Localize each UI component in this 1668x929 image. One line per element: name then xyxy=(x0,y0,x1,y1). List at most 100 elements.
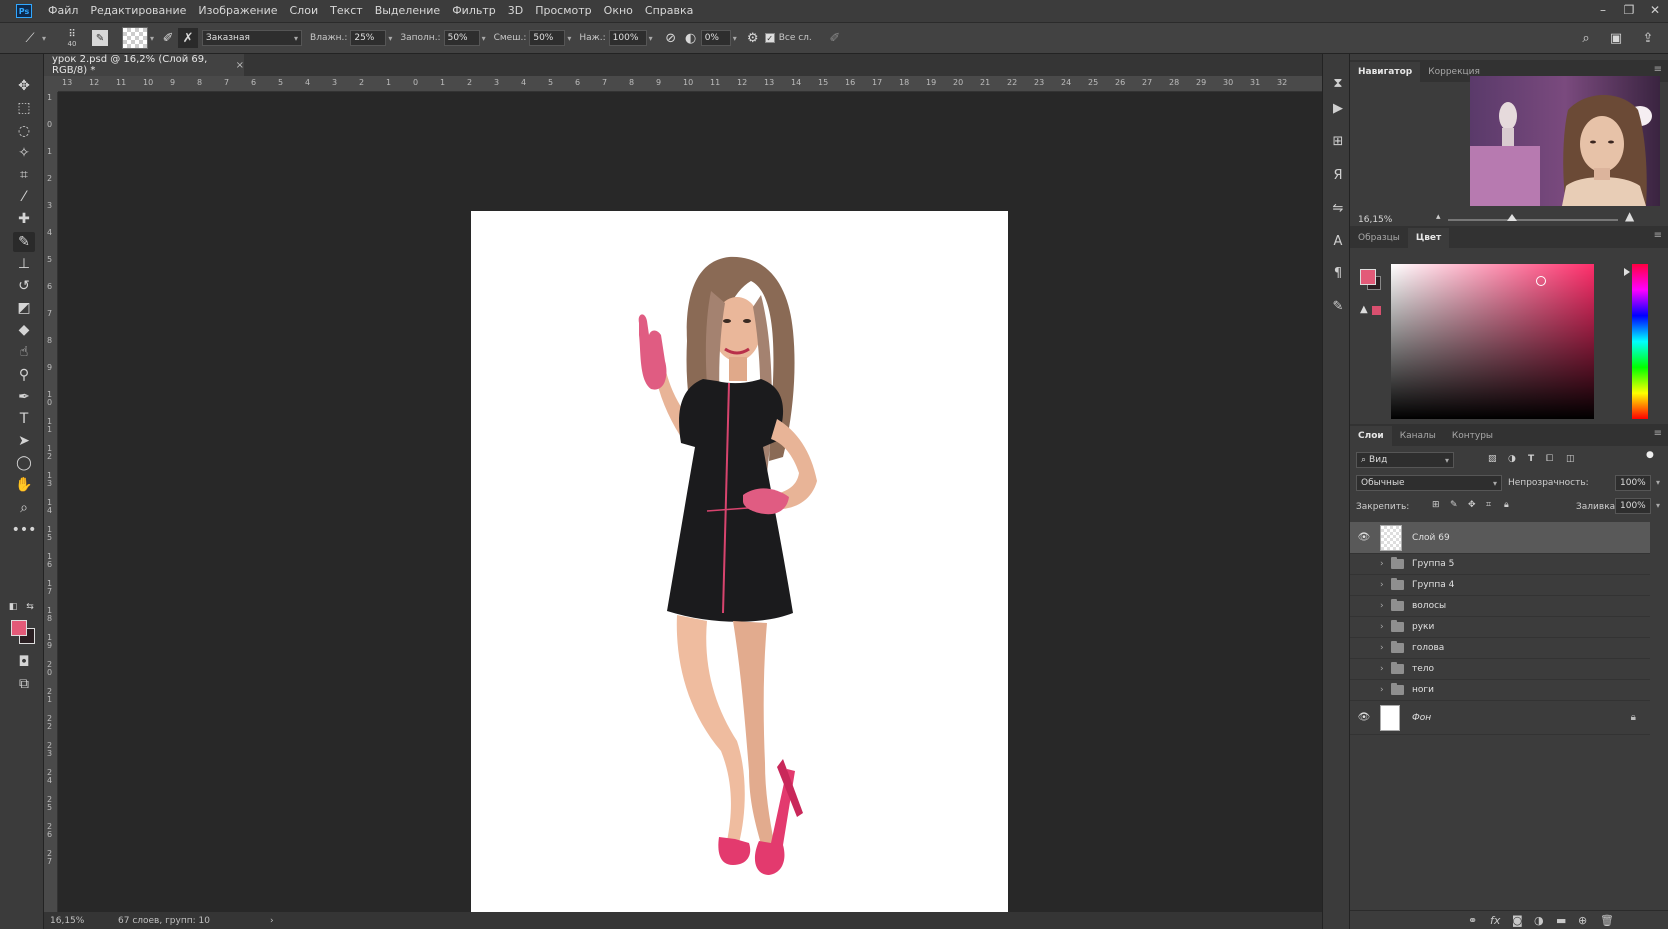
filter-shape-icon[interactable]: ⧠ xyxy=(1546,454,1553,464)
menu-window[interactable]: Окно xyxy=(598,0,639,22)
visibility-toggle[interactable] xyxy=(1358,621,1370,633)
move-tool-icon[interactable]: ✥ xyxy=(13,76,35,96)
default-colors-icon[interactable]: ◧ xyxy=(7,597,19,617)
brush-size-picker[interactable]: ⠿ 40 xyxy=(60,29,84,48)
share-icon[interactable]: ⇪ xyxy=(1638,28,1658,48)
chevron-down-icon[interactable]: ▾ xyxy=(150,34,154,43)
filter-toggle-icon[interactable]: ● xyxy=(1646,450,1654,460)
restore-button[interactable]: ❐ xyxy=(1616,0,1642,20)
paint-bucket-tool-icon[interactable]: ◆ xyxy=(13,320,35,340)
more-tools-icon[interactable]: ••• xyxy=(12,520,37,540)
load-brush-icon[interactable]: ✐ xyxy=(158,28,178,48)
layer-row[interactable]: 👁︎ Фон 🔒︎ xyxy=(1350,701,1650,735)
chevron-right-icon[interactable]: › xyxy=(1380,643,1384,653)
smoothing-icon[interactable]: ◐ xyxy=(681,28,701,48)
fx-icon[interactable]: fx xyxy=(1490,914,1500,927)
sample-all-checkbox[interactable]: ✓ xyxy=(764,33,775,43)
chevron-down-icon[interactable]: ▾ xyxy=(567,34,571,43)
zoom-tool-icon[interactable]: ⌕ xyxy=(13,498,35,518)
flow-field[interactable]: 100% xyxy=(608,30,647,46)
chevron-right-icon[interactable]: › xyxy=(1380,685,1384,695)
smudge-tool-icon[interactable]: ☝ xyxy=(13,342,35,362)
mixer-brush-preset-icon[interactable]: ⟋ xyxy=(20,28,40,48)
chevron-right-icon[interactable]: › xyxy=(1380,559,1384,569)
adjustment-layer-icon[interactable]: ◑ xyxy=(1534,914,1544,927)
swap-colors-icon[interactable]: ⇆ xyxy=(24,597,36,617)
adjustments-panel-icon[interactable]: ⇋ xyxy=(1329,199,1347,217)
menu-edit[interactable]: Редактирование xyxy=(84,0,192,22)
web-safe-swatch[interactable] xyxy=(1372,306,1381,315)
chevron-right-icon[interactable]: › xyxy=(1380,622,1384,632)
chevron-down-icon[interactable]: ▾ xyxy=(649,34,653,43)
layer-row[interactable]: › Группа 4 xyxy=(1350,575,1650,596)
glyphs-panel-icon[interactable]: Я xyxy=(1329,166,1347,184)
status-zoom[interactable]: 16,15% xyxy=(50,916,110,926)
character-panel-icon[interactable]: A xyxy=(1329,232,1347,250)
preset-select[interactable]: Заказная ▾ xyxy=(202,30,303,46)
chevron-down-icon[interactable]: ▾ xyxy=(388,34,392,43)
menu-view[interactable]: Просмотр xyxy=(529,0,597,22)
menu-type[interactable]: Текст xyxy=(324,0,369,22)
chevron-right-icon[interactable]: › xyxy=(1380,601,1384,611)
lock-transparent-icon[interactable]: ⊞ xyxy=(1432,500,1440,510)
hue-slider[interactable] xyxy=(1632,264,1648,419)
visibility-toggle[interactable] xyxy=(1358,579,1370,591)
smoothing-field[interactable]: 0% xyxy=(700,30,731,46)
quick-mask-icon[interactable]: ◘ xyxy=(13,652,35,672)
filter-pixel-icon[interactable]: ▨ xyxy=(1488,454,1497,464)
layer-row[interactable]: 👁︎ Слой 69 xyxy=(1350,522,1650,554)
wet-field[interactable]: 25% xyxy=(350,30,387,46)
zoom-out-icon[interactable]: ▴ xyxy=(1436,212,1441,222)
delete-layer-icon[interactable]: 🗑︎ xyxy=(1600,914,1614,927)
minimize-button[interactable]: – xyxy=(1590,0,1616,20)
dodge-tool-icon[interactable]: ⚲ xyxy=(13,365,35,385)
vertical-ruler[interactable]: 101234567891 01 11 21 31 41 51 61 71 81 … xyxy=(44,92,58,912)
airbrush-icon[interactable]: ⊘ xyxy=(661,28,681,48)
menu-image[interactable]: Изображение xyxy=(192,0,283,22)
new-group-icon[interactable]: ▬ xyxy=(1556,914,1566,927)
navigator-zoom-knob[interactable] xyxy=(1507,214,1517,221)
panel-menu-icon[interactable]: ≡ xyxy=(1654,230,1662,241)
chevron-down-icon[interactable]: ▾ xyxy=(1656,501,1660,510)
lock-all-icon[interactable]: 🔒︎ xyxy=(1504,500,1509,510)
document-canvas[interactable] xyxy=(471,211,1008,929)
navigator-zoom-value[interactable]: 16,15% xyxy=(1358,215,1392,225)
tab-swatches[interactable]: Образцы xyxy=(1350,228,1408,248)
link-layers-icon[interactable]: ⚭ xyxy=(1468,914,1477,927)
color-panel-foreground-swatch[interactable] xyxy=(1360,269,1376,285)
hue-slider-marker[interactable] xyxy=(1624,268,1630,276)
visibility-toggle[interactable] xyxy=(1358,558,1370,570)
eraser-tool-icon[interactable]: ◩ xyxy=(13,298,35,318)
current-brush-load-swatch[interactable] xyxy=(122,27,149,49)
workspace-icon[interactable]: ▣ xyxy=(1606,28,1626,48)
filter-smart-object-icon[interactable]: ◫ xyxy=(1566,454,1575,464)
pen-tool-icon[interactable]: ✒ xyxy=(13,387,35,407)
type-tool-icon[interactable]: T xyxy=(13,409,35,429)
mixer-brush-tool-icon[interactable]: ✎ xyxy=(13,232,35,252)
lock-position-icon[interactable]: ✥ xyxy=(1468,500,1476,510)
panel-menu-icon[interactable]: ≡ xyxy=(1654,64,1662,75)
close-tab-icon[interactable]: × xyxy=(236,60,244,71)
search-icon[interactable]: ⌕ xyxy=(1576,28,1596,48)
eyedropper-tool-icon[interactable]: ⁄ xyxy=(13,187,35,207)
tab-channels[interactable]: Каналы xyxy=(1392,426,1444,446)
menu-select[interactable]: Выделение xyxy=(369,0,447,22)
hand-tool-icon[interactable]: ✋ xyxy=(13,475,35,495)
visibility-eye-icon[interactable]: 👁︎ xyxy=(1357,532,1371,543)
new-layer-icon[interactable]: ⊕ xyxy=(1578,914,1587,927)
add-mask-icon[interactable]: ◙ xyxy=(1512,914,1523,927)
brush-settings-icon[interactable]: ✎ xyxy=(1329,297,1347,315)
chevron-down-icon[interactable]: ▾ xyxy=(42,34,46,43)
pressure-size-icon[interactable]: ✐ xyxy=(825,28,845,48)
visibility-eye-icon[interactable]: 👁︎ xyxy=(1357,712,1371,723)
paragraph-panel-icon[interactable]: ¶ xyxy=(1329,264,1347,282)
ellipse-tool-icon[interactable]: ◯ xyxy=(13,453,35,473)
screen-mode-icon[interactable]: ⧉ xyxy=(13,674,35,694)
properties-panel-icon[interactable]: ⊞ xyxy=(1329,132,1347,150)
status-menu-arrow[interactable]: › xyxy=(270,916,274,926)
layer-row[interactable]: › тело xyxy=(1350,659,1650,680)
canvas-area[interactable] xyxy=(58,92,1322,929)
tab-navigator[interactable]: Навигатор xyxy=(1350,62,1421,82)
brush-panel-icon[interactable]: ✎ xyxy=(92,30,109,46)
menu-layers[interactable]: Слои xyxy=(284,0,325,22)
